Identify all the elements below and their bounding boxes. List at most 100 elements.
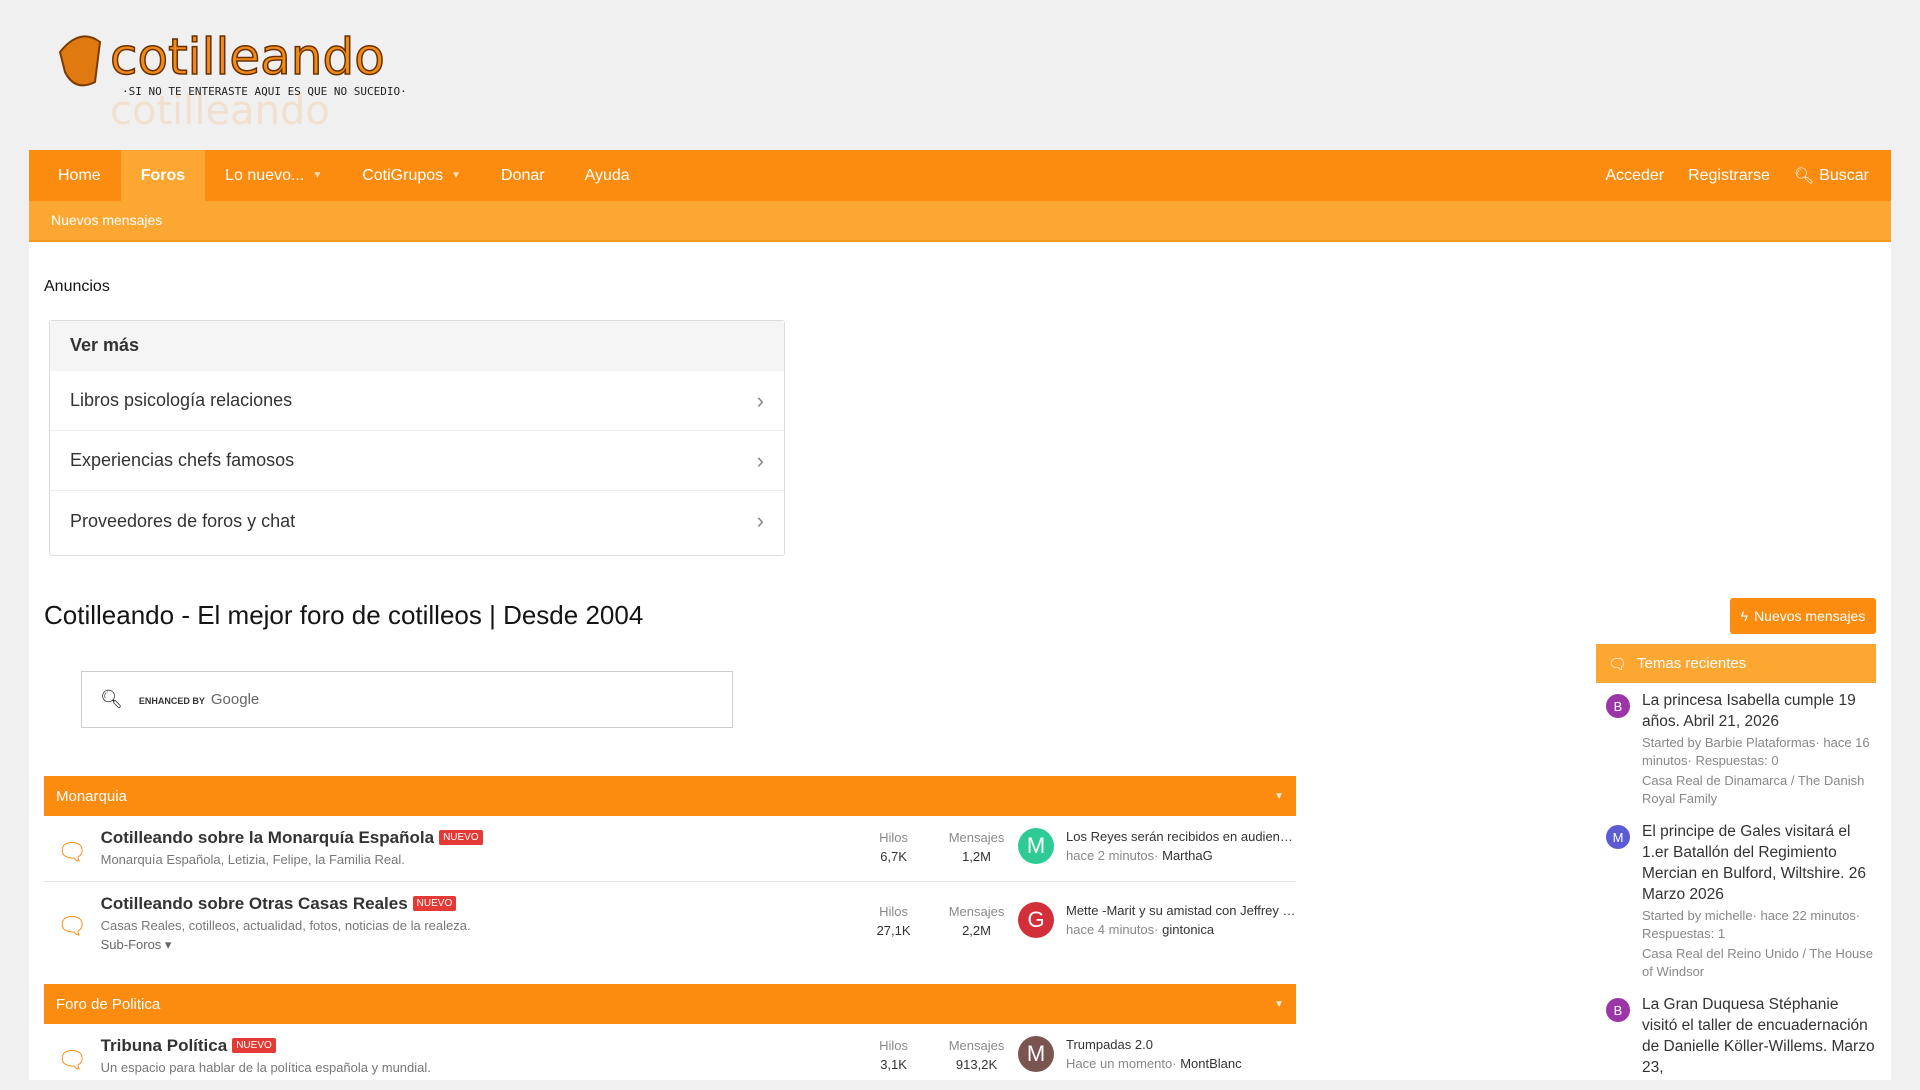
login-link[interactable]: Acceder: [1593, 150, 1676, 201]
chat-bubble-icon: 🗨︎: [57, 839, 88, 866]
avatar[interactable]: M: [1018, 1036, 1054, 1072]
page-title: Cotilleando - El mejor foro de cotilleos…: [44, 600, 644, 630]
category-header-monarquia[interactable]: Monarquia ▼: [44, 776, 1296, 816]
caret-down-icon[interactable]: ▼: [312, 170, 322, 181]
forum-description: Un espacio para hablar de la política es…: [100, 1060, 431, 1075]
messages-count: 913,2K: [955, 1057, 998, 1072]
collapse-icon[interactable]: ▼: [1274, 999, 1284, 1010]
avatar[interactable]: B: [1606, 998, 1630, 1022]
topic-forum[interactable]: Casa Real del Reino Unido / The House of…: [1642, 945, 1876, 981]
nav-label: Lo nuevo...: [225, 166, 305, 184]
comments-icon: 🗨︎: [1608, 655, 1628, 673]
topic-title[interactable]: El principe de Gales visitará el 1.er Ba…: [1642, 821, 1876, 905]
avatar[interactable]: G: [1018, 902, 1054, 938]
chevron-right-icon: ›: [756, 387, 764, 413]
messages-count: 2,2M: [962, 923, 991, 938]
svg-text:cotilleando: cotilleando: [110, 88, 330, 132]
forum-node[interactable]: 🗨︎ Cotilleando sobre la Monarquía Españo…: [44, 816, 1296, 882]
last-post-title[interactable]: Trumpadas 2.0: [1066, 1037, 1296, 1052]
nav-foros[interactable]: Foros: [120, 150, 206, 201]
nav-ayuda[interactable]: Ayuda: [565, 150, 650, 201]
recent-topics-header: 🗨︎ Temas recientes: [1596, 644, 1876, 683]
chevron-right-icon: ›: [756, 508, 764, 533]
last-post-time: Hace un momento·: [1066, 1056, 1177, 1071]
recent-topic[interactable]: B La princesa Isabella cumple 19 años. A…: [1606, 690, 1876, 808]
google-search-input[interactable]: 🔍︎ ENHANCED BY Google: [81, 671, 733, 728]
chevron-right-icon: ›: [756, 447, 764, 473]
threads-count: 6,7K: [880, 849, 907, 864]
search-icon: 🔍︎: [1793, 167, 1815, 185]
topic-meta: Started by michelle· hace 22 minutos· Re…: [1642, 908, 1861, 941]
nav-lo-nuevo[interactable]: Lo nuevo... ▼: [205, 150, 342, 201]
site-logo[interactable]: cotilleando ·SI NO TE ENTERASTE AQUI ES Q…: [50, 12, 460, 134]
chat-bubble-icon: 🗨︎: [57, 1047, 88, 1074]
messages-count: 1,2M: [962, 849, 991, 864]
forum-title[interactable]: Cotilleando sobre la Monarquía Española: [101, 828, 434, 847]
ad-link[interactable]: Experiencias chefs famosos ›: [50, 431, 784, 491]
nav-home[interactable]: Home: [38, 150, 121, 201]
last-post-title[interactable]: Los Reyes serán recibidos en audiencia..…: [1066, 829, 1296, 844]
recent-topic[interactable]: B La Gran Duquesa Stéphanie visitó el ta…: [1606, 994, 1876, 1078]
caret-down-icon[interactable]: ▼: [451, 170, 461, 181]
topic-title[interactable]: La princesa Isabella cumple 19 años. Abr…: [1642, 690, 1876, 732]
recent-topic[interactable]: M El principe de Gales visitará el 1.er …: [1606, 821, 1876, 981]
subnav-new-posts[interactable]: Nuevos mensajes: [51, 212, 162, 228]
forum-node[interactable]: 🗨︎ Tribuna Política NUEVO Un espacio para …: [44, 1024, 1296, 1090]
chat-bubble-icon: 🗨︎: [57, 913, 88, 940]
threads-count: 27,1K: [876, 923, 911, 938]
sub-nav: Nuevos mensajes: [29, 201, 1891, 242]
subforums-toggle[interactable]: Sub-Foros ▾: [101, 937, 852, 953]
new-badge: NUEVO: [412, 896, 457, 911]
nav-label: Foros: [140, 166, 186, 184]
ad-link[interactable]: Libros psicología relaciones ›: [50, 371, 784, 431]
nav-donar[interactable]: Donar: [481, 150, 565, 201]
avatar[interactable]: M: [1018, 828, 1054, 864]
ads-box: Ver más Libros psicología relaciones › Ex…: [49, 320, 785, 556]
nav-label: Ayuda: [584, 166, 630, 184]
last-post-user[interactable]: MarthaG: [1162, 848, 1213, 863]
announcements-label: Anuncios: [44, 278, 110, 295]
ads-box-title: Ver más: [50, 321, 784, 371]
topic-title[interactable]: La Gran Duquesa Stéphanie visitó el tall…: [1642, 994, 1876, 1078]
nav-label: Buscar: [1819, 166, 1869, 184]
recent-topics-title: Temas recientes: [1637, 655, 1747, 672]
messages-label: Mensajes: [948, 1038, 1005, 1053]
avatar[interactable]: B: [1606, 694, 1630, 718]
new-posts-button[interactable]: ϟ Nuevos mensajes: [1730, 598, 1876, 634]
ad-link[interactable]: Proveedores de foros y chat ›: [50, 491, 784, 551]
forum-title[interactable]: Cotilleando sobre Otras Casas Reales: [101, 894, 408, 913]
ad-label: Libros psicología relaciones: [70, 390, 293, 410]
nav-label: Home: [58, 166, 101, 184]
category-title: Foro de Politica: [56, 995, 161, 1013]
last-post-user[interactable]: gintonica: [1162, 922, 1214, 937]
bolt-icon: ϟ: [1740, 608, 1749, 624]
messages-label: Mensajes: [948, 830, 1005, 845]
topic-meta: Started by Barbie Plataformas· hace 16 m…: [1642, 735, 1870, 768]
threads-label: Hilos: [879, 830, 909, 845]
register-link[interactable]: Registrarse: [1676, 150, 1782, 201]
category-header-politica[interactable]: Foro de Politica ▼: [44, 984, 1296, 1024]
threads-label: Hilos: [879, 1038, 909, 1053]
last-post-user[interactable]: MontBlanc: [1180, 1056, 1241, 1071]
search-link[interactable]: 🔍︎ Buscar: [1782, 150, 1891, 201]
forum-node[interactable]: 🗨︎ Cotilleando sobre Otras Casas Reales N…: [44, 882, 1296, 970]
enhanced-by-label: ENHANCED BY: [138, 695, 205, 706]
ad-label: Proveedores de foros y chat: [70, 510, 296, 531]
new-badge: NUEVO: [439, 830, 483, 845]
forum-description: Monarquía Española, Letizia, Felipe, la …: [100, 852, 405, 867]
ad-label: Experiencias chefs famosos: [70, 450, 295, 470]
nav-label: Registrarse: [1688, 166, 1770, 184]
nav-cotigrupos[interactable]: CotiGrupos ▼: [342, 150, 481, 201]
nav-label: CotiGrupos: [362, 166, 444, 184]
last-post-title[interactable]: Mette -Marit y su amistad con Jeffrey Ep…: [1066, 903, 1296, 918]
threads-label: Hilos: [879, 904, 909, 919]
category-title: Monarquia: [56, 787, 127, 805]
avatar[interactable]: M: [1606, 825, 1630, 849]
last-post-time: hace 2 minutos·: [1066, 848, 1159, 863]
forum-title[interactable]: Tribuna Política: [101, 1036, 228, 1055]
last-post-time: hace 4 minutos·: [1066, 922, 1159, 937]
collapse-icon[interactable]: ▼: [1274, 791, 1284, 802]
svg-text:cotilleando: cotilleando: [110, 28, 385, 86]
topic-forum[interactable]: Casa Real de Dinamarca / The Danish Roya…: [1642, 772, 1876, 808]
nav-label: Acceder: [1605, 166, 1665, 184]
